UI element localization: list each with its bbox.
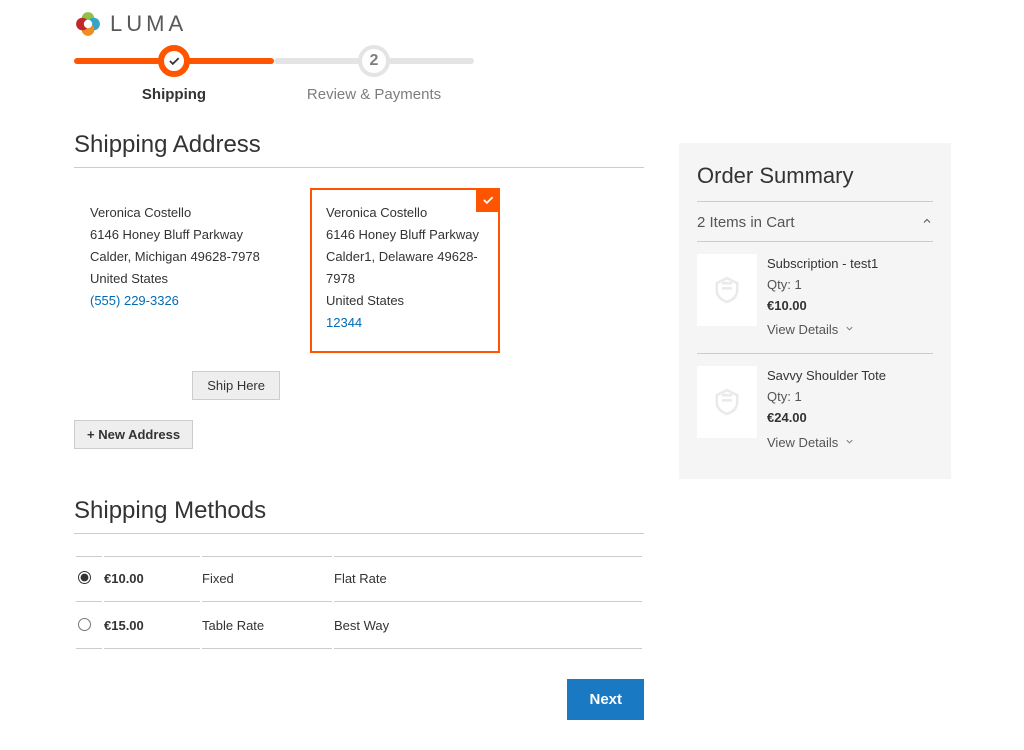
view-details-toggle[interactable]: View Details — [767, 320, 878, 341]
checkout-progress: Shipping 2 Review & Payments — [74, 58, 994, 103]
ship-here-button[interactable]: Ship Here — [192, 371, 280, 400]
address-street: 6146 Honey Bluff Parkway — [90, 224, 280, 246]
shipping-method-radio[interactable] — [78, 571, 91, 584]
header-logo[interactable]: LUMA — [74, 10, 994, 38]
item-qty: Qty: 1 — [767, 387, 886, 408]
order-summary-panel: Order Summary 2 Items in Cart Subscripti… — [679, 143, 951, 479]
address-name: Veronica Costello — [326, 202, 484, 224]
item-thumbnail — [697, 366, 757, 438]
item-qty: Qty: 1 — [767, 275, 878, 296]
summary-item: Savvy Shoulder Tote Qty: 1 €24.00 View D… — [697, 353, 933, 465]
address-country: United States — [90, 268, 280, 290]
shipping-methods-heading: Shipping Methods — [74, 497, 644, 534]
next-button[interactable]: Next — [567, 679, 644, 720]
chevron-down-icon — [844, 320, 855, 341]
cart-items-toggle[interactable]: 2 Items in Cart — [697, 201, 933, 241]
shipping-method-radio[interactable] — [78, 618, 91, 631]
cart-items-count: 2 Items in Cart — [697, 214, 795, 231]
view-details-label: View Details — [767, 433, 838, 454]
item-name: Savvy Shoulder Tote — [767, 366, 886, 387]
summary-item: Subscription - test1 Qty: 1 €10.00 View … — [697, 241, 933, 353]
address-card[interactable]: Veronica Costello 6146 Honey Bluff Parkw… — [90, 188, 280, 353]
address-card-selected[interactable]: Veronica Costello 6146 Honey Bluff Parkw… — [310, 188, 500, 353]
shipping-method-price: €15.00 — [104, 604, 200, 649]
view-details-label: View Details — [767, 320, 838, 341]
address-phone[interactable]: 12344 — [326, 312, 484, 334]
chevron-down-icon — [844, 433, 855, 454]
step-review-label: Review & Payments — [307, 86, 441, 103]
shipping-methods-table: €10.00 Fixed Flat Rate €15.00 Table Rate… — [74, 554, 644, 651]
item-thumbnail — [697, 254, 757, 326]
new-address-button[interactable]: + New Address — [74, 420, 193, 449]
chevron-up-icon — [921, 214, 933, 231]
address-city: Calder1, Delaware 49628-7978 — [326, 246, 484, 290]
item-price: €24.00 — [767, 408, 886, 429]
item-name: Subscription - test1 — [767, 254, 878, 275]
step-shipping-label: Shipping — [142, 86, 206, 103]
placeholder-icon — [710, 385, 744, 419]
address-street: 6146 Honey Bluff Parkway — [326, 224, 484, 246]
check-icon — [167, 54, 181, 68]
step-shipping-indicator — [158, 45, 190, 77]
address-name: Veronica Costello — [90, 202, 280, 224]
view-details-toggle[interactable]: View Details — [767, 433, 886, 454]
check-icon — [481, 193, 495, 207]
address-phone[interactable]: (555) 229-3326 — [90, 290, 280, 312]
step-review-indicator: 2 — [358, 45, 390, 77]
brand-name: LUMA — [110, 11, 187, 37]
shipping-method-method: Fixed — [202, 556, 332, 602]
address-country: United States — [326, 290, 484, 312]
placeholder-icon — [710, 273, 744, 307]
selected-address-flag — [476, 188, 500, 212]
shipping-method-price: €10.00 — [104, 556, 200, 602]
address-city: Calder, Michigan 49628-7978 — [90, 246, 280, 268]
order-summary-title: Order Summary — [697, 163, 933, 189]
luma-logo-icon — [74, 10, 102, 38]
shipping-method-carrier: Flat Rate — [334, 556, 642, 602]
shipping-method-row[interactable]: €10.00 Fixed Flat Rate — [76, 556, 642, 602]
shipping-method-row[interactable]: €15.00 Table Rate Best Way — [76, 604, 642, 649]
shipping-method-carrier: Best Way — [334, 604, 642, 649]
item-price: €10.00 — [767, 296, 878, 317]
shipping-address-heading: Shipping Address — [74, 131, 644, 168]
shipping-method-method: Table Rate — [202, 604, 332, 649]
